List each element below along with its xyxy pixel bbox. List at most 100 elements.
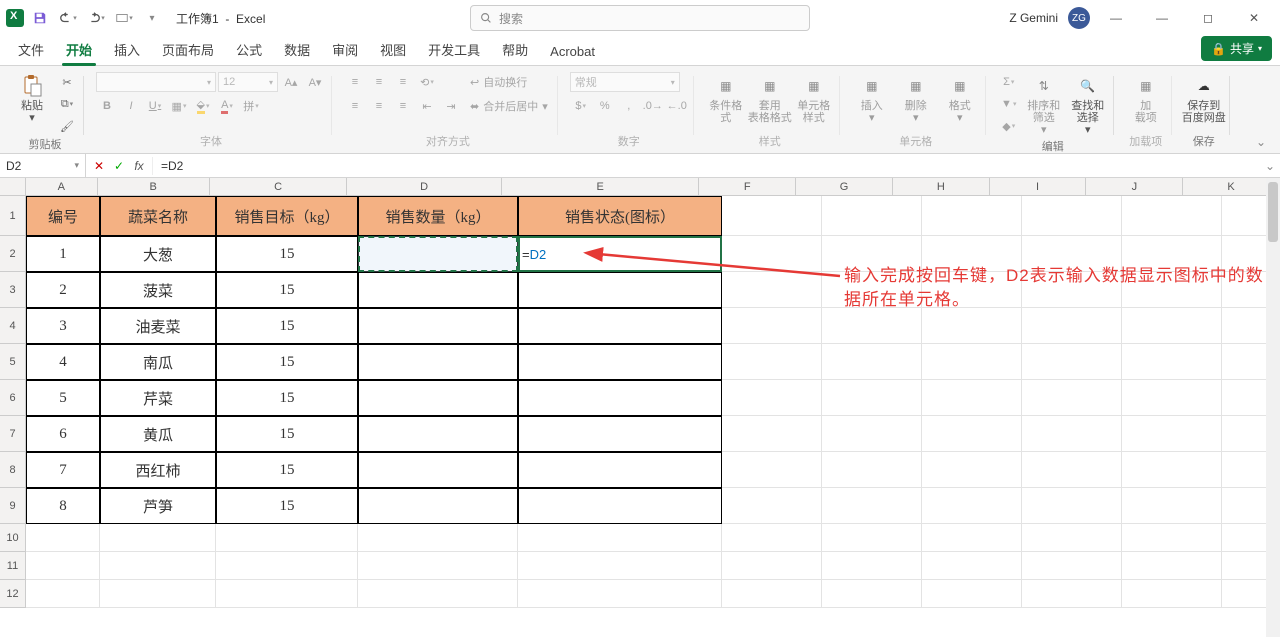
- font-size-combo[interactable]: 12▾: [218, 72, 278, 92]
- cell-I6[interactable]: [1022, 380, 1122, 416]
- cell-H11[interactable]: [922, 552, 1022, 580]
- autosum-button[interactable]: Σ: [998, 72, 1020, 92]
- worksheet-grid[interactable]: ABCDEFGHIJK 123456789101112 编号蔬菜名称销售目标（k…: [0, 178, 1280, 637]
- cell-A10[interactable]: [26, 524, 100, 552]
- table-cell[interactable]: 15: [216, 416, 358, 452]
- ribbon-mode-button[interactable]: —: [1096, 4, 1136, 32]
- tab-帮助[interactable]: 帮助: [492, 34, 538, 65]
- enter-formula-button[interactable]: ✓: [110, 157, 128, 175]
- cell-F8[interactable]: [722, 452, 822, 488]
- tab-文件[interactable]: 文件: [8, 34, 54, 65]
- cell-I7[interactable]: [1022, 416, 1122, 452]
- cell-G4[interactable]: [822, 308, 922, 344]
- cell-H6[interactable]: [922, 380, 1022, 416]
- cell-B12[interactable]: [100, 580, 216, 608]
- number-format-combo[interactable]: 常规▾: [570, 72, 680, 92]
- align-bottom-button[interactable]: ≡: [392, 72, 414, 92]
- addins-button[interactable]: ▦加 载项: [1126, 72, 1166, 126]
- search-input[interactable]: 搜索: [470, 5, 810, 31]
- table-cell[interactable]: [358, 344, 518, 380]
- cell-G6[interactable]: [822, 380, 922, 416]
- cell-F5[interactable]: [722, 344, 822, 380]
- cell-G5[interactable]: [822, 344, 922, 380]
- align-left-button[interactable]: ≡: [344, 96, 366, 116]
- table-header[interactable]: 销售状态(图标）: [518, 196, 722, 236]
- cell-G8[interactable]: [822, 452, 922, 488]
- insert-cells-button[interactable]: ▦插入▾: [852, 72, 892, 126]
- table-cell[interactable]: 15: [216, 380, 358, 416]
- cell-G9[interactable]: [822, 488, 922, 524]
- table-cell[interactable]: [518, 344, 722, 380]
- cell-E12[interactable]: [518, 580, 722, 608]
- cell-C11[interactable]: [216, 552, 358, 580]
- cell-C12[interactable]: [216, 580, 358, 608]
- delete-cells-button[interactable]: ▦删除▾: [896, 72, 936, 126]
- paste-button[interactable]: 粘贴▾: [12, 72, 52, 126]
- cell-E10[interactable]: [518, 524, 722, 552]
- copy-button[interactable]: ⧉: [56, 94, 78, 114]
- cell-H12[interactable]: [922, 580, 1022, 608]
- fill-color-button[interactable]: ⬙: [192, 96, 214, 116]
- cell-J4[interactable]: [1122, 308, 1222, 344]
- cell-A12[interactable]: [26, 580, 100, 608]
- decrease-font-button[interactable]: A▾: [304, 72, 326, 92]
- increase-decimal-button[interactable]: .0→: [642, 96, 664, 116]
- tab-开始[interactable]: 开始: [56, 34, 102, 65]
- font-color-button[interactable]: A: [216, 96, 238, 116]
- row-header-4[interactable]: 4: [0, 308, 26, 344]
- row-headers[interactable]: 123456789101112: [0, 196, 26, 608]
- cell-J10[interactable]: [1122, 524, 1222, 552]
- table-cell[interactable]: 15: [216, 344, 358, 380]
- cell-I1[interactable]: [1022, 196, 1122, 236]
- cell-J6[interactable]: [1122, 380, 1222, 416]
- col-header-G[interactable]: G: [796, 178, 893, 195]
- cell-H7[interactable]: [922, 416, 1022, 452]
- cell-F7[interactable]: [722, 416, 822, 452]
- qat-more-button[interactable]: ▾: [112, 6, 136, 30]
- tab-开发工具[interactable]: 开发工具: [418, 34, 490, 65]
- cell-H10[interactable]: [922, 524, 1022, 552]
- table-cell[interactable]: 15: [216, 452, 358, 488]
- tab-公式[interactable]: 公式: [226, 34, 272, 65]
- expand-formula-bar-button[interactable]: ⌄: [1260, 159, 1280, 173]
- orientation-button[interactable]: ⟲: [416, 72, 438, 92]
- merge-center-button[interactable]: ⬌ 合并后居中 ▾: [466, 96, 552, 116]
- table-cell[interactable]: 15: [216, 272, 358, 308]
- col-header-A[interactable]: A: [26, 178, 98, 195]
- bold-button[interactable]: B: [96, 96, 118, 116]
- cell-H5[interactable]: [922, 344, 1022, 380]
- cell-H4[interactable]: [922, 308, 1022, 344]
- table-cell[interactable]: [358, 380, 518, 416]
- col-header-D[interactable]: D: [347, 178, 502, 195]
- table-cell[interactable]: [358, 308, 518, 344]
- name-box[interactable]: D2▾: [0, 154, 86, 177]
- col-header-C[interactable]: C: [210, 178, 347, 195]
- table-cell[interactable]: 南瓜: [100, 344, 216, 380]
- cell-F3[interactable]: [722, 272, 822, 308]
- table-cell[interactable]: [358, 488, 518, 524]
- col-header-J[interactable]: J: [1086, 178, 1183, 195]
- row-header-11[interactable]: 11: [0, 552, 26, 580]
- cell-G1[interactable]: [822, 196, 922, 236]
- avatar[interactable]: ZG: [1068, 7, 1090, 29]
- row-header-2[interactable]: 2: [0, 236, 26, 272]
- tab-页面布局[interactable]: 页面布局: [152, 34, 224, 65]
- cell-I8[interactable]: [1022, 452, 1122, 488]
- table-cell[interactable]: [518, 308, 722, 344]
- row-header-8[interactable]: 8: [0, 452, 26, 488]
- table-cell[interactable]: [358, 452, 518, 488]
- cell-G11[interactable]: [822, 552, 922, 580]
- sort-filter-button[interactable]: ⇅排序和筛选▾: [1024, 72, 1064, 138]
- table-header[interactable]: 销售目标（kg）: [216, 196, 358, 236]
- cell-B11[interactable]: [100, 552, 216, 580]
- table-cell[interactable]: 3: [26, 308, 100, 344]
- cell-A11[interactable]: [26, 552, 100, 580]
- cell-G12[interactable]: [822, 580, 922, 608]
- select-all-corner[interactable]: [0, 178, 26, 196]
- cell-J9[interactable]: [1122, 488, 1222, 524]
- cell-J7[interactable]: [1122, 416, 1222, 452]
- vertical-scroll-thumb[interactable]: [1268, 182, 1278, 242]
- row-header-12[interactable]: 12: [0, 580, 26, 608]
- row-header-3[interactable]: 3: [0, 272, 26, 308]
- table-cell[interactable]: 大葱: [100, 236, 216, 272]
